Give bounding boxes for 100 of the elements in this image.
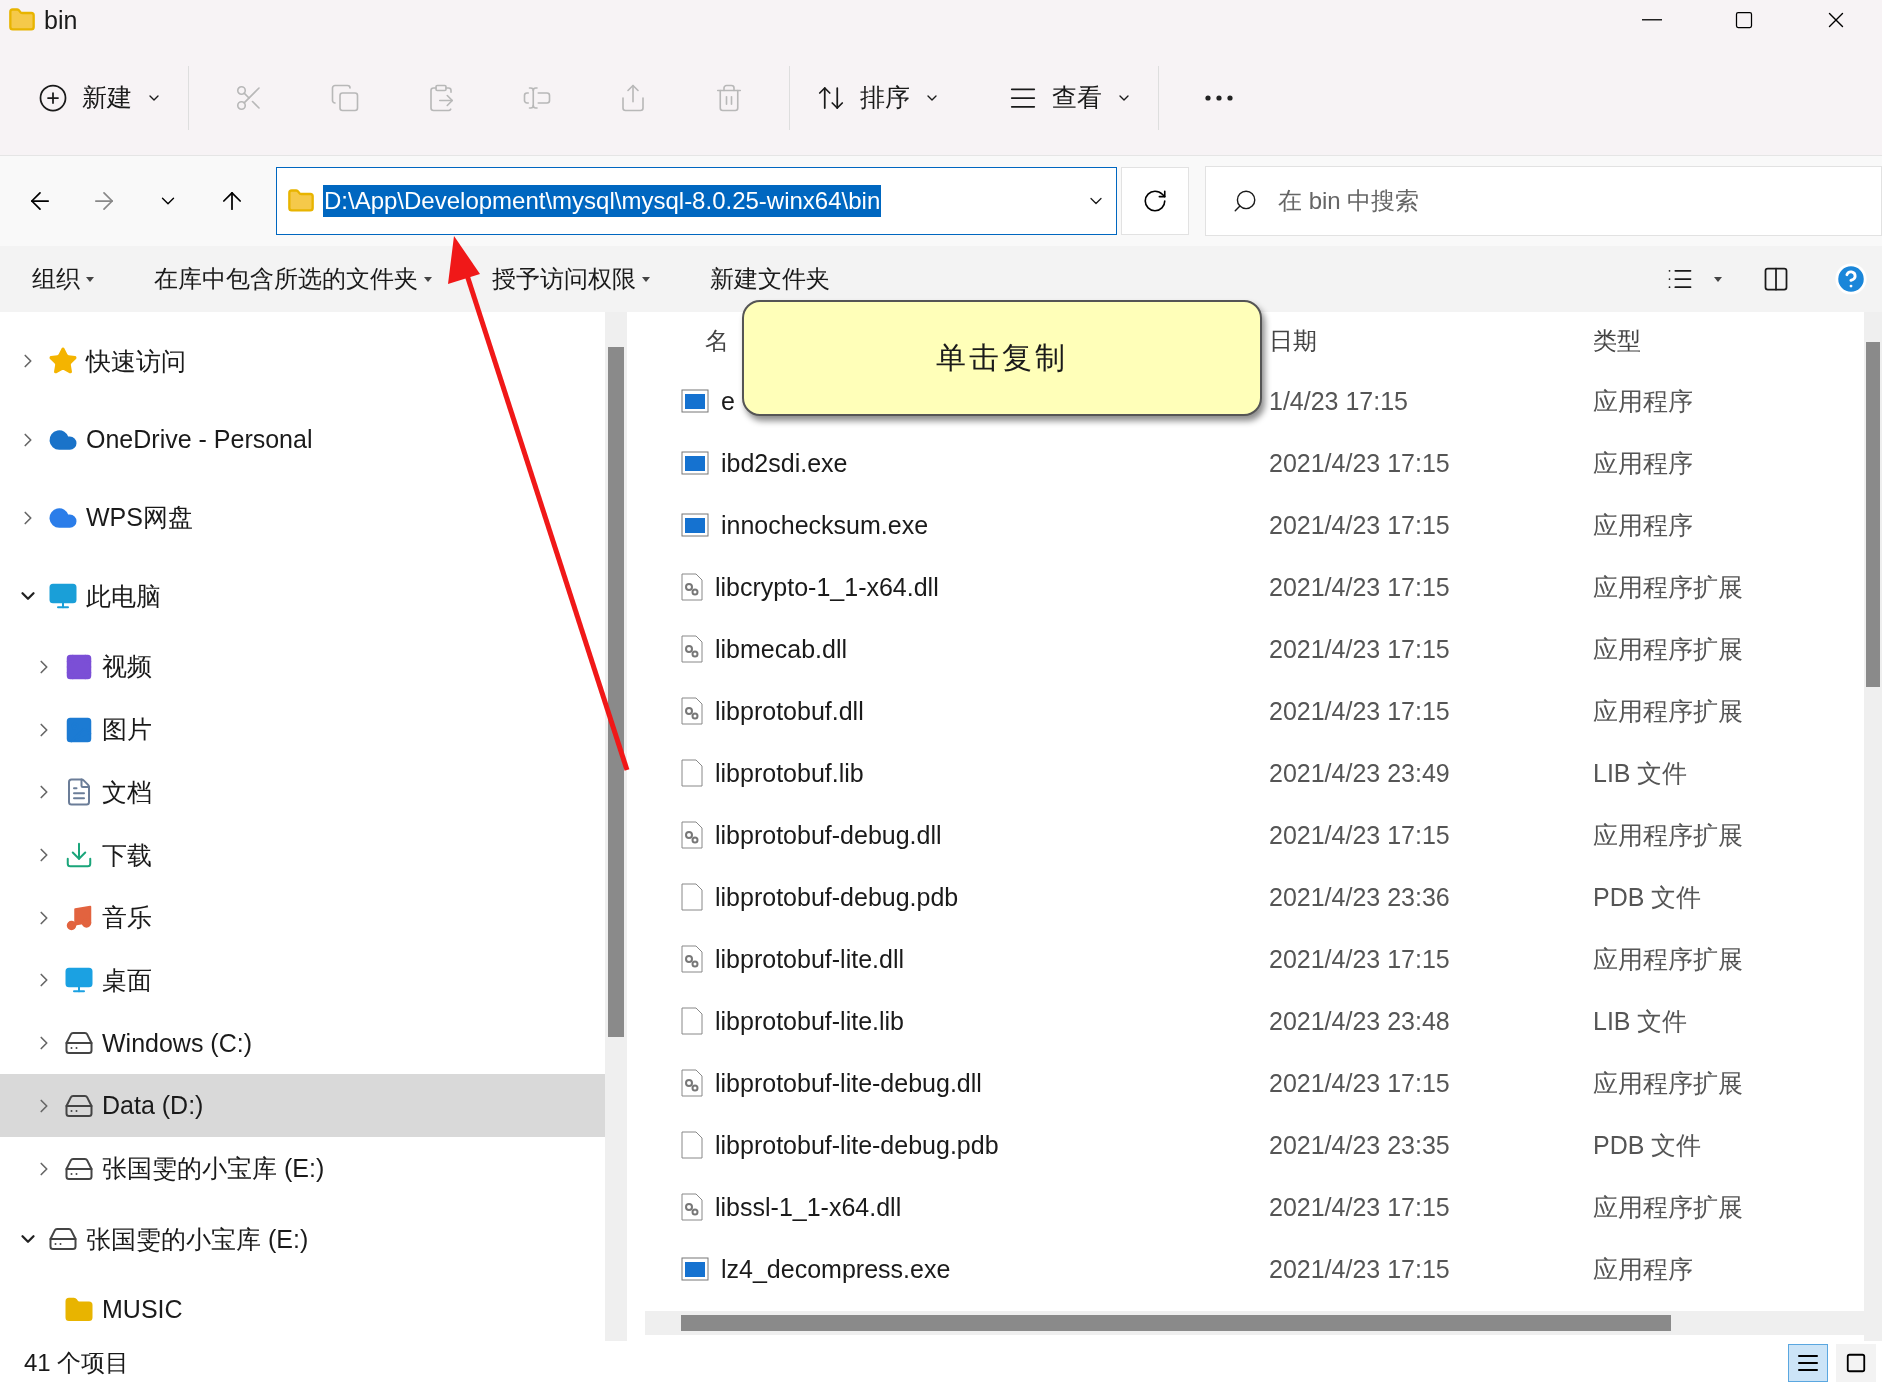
tree-item[interactable]: 下载	[0, 823, 605, 887]
column-header[interactable]: 名	[705, 327, 729, 354]
caret-icon	[1714, 276, 1722, 282]
tree-item[interactable]: 文档	[0, 760, 605, 824]
minimize-icon	[1642, 19, 1662, 21]
command-button[interactable]: 组织	[20, 263, 106, 295]
refresh-button[interactable]	[1121, 167, 1189, 235]
type-cell-text: 应用程序扩展	[1593, 1067, 1743, 1099]
tree-item[interactable]: 音乐	[0, 886, 605, 950]
file-name[interactable]: libprotobuf-lite-debug.pdb	[715, 1130, 999, 1160]
tree-item[interactable]: WPS网盘	[0, 478, 605, 558]
file-name[interactable]: lz4_decompress.exe	[721, 1254, 951, 1284]
date-cell-text: 1/4/23 17:15	[1269, 386, 1409, 416]
copy-tooltip: 单击复制	[742, 300, 1262, 416]
maximize-icon	[1734, 10, 1754, 30]
gear-file-icon	[681, 1069, 703, 1097]
scrollbar[interactable]	[645, 1311, 1864, 1335]
gear-file-icon	[681, 697, 703, 725]
tree-label: 文档	[102, 776, 152, 808]
file-name[interactable]: libprotobuf-lite-debug.dll	[715, 1068, 982, 1098]
date-cell-text: 2021/4/23 17:15	[1269, 1068, 1451, 1098]
tree-item[interactable]: MUSIC	[0, 1278, 605, 1341]
type-cell-text: 应用程序	[1593, 447, 1693, 479]
file-name[interactable]: libprotobuf-debug.dll	[715, 820, 942, 850]
file-name[interactable]: innochecksum.exe	[721, 510, 929, 540]
file-name[interactable]: libprotobuf.lib	[715, 758, 864, 788]
tree-label: 音乐	[102, 902, 152, 934]
tree-item[interactable]: 快速访问	[0, 322, 605, 401]
gear-file-icon	[681, 573, 703, 601]
tree-item[interactable]: 张国雯的小宝库 (E:)	[0, 1137, 605, 1200]
tree-label: 桌面	[102, 964, 152, 996]
date-cell-text: 2021/4/23 17:15	[1269, 944, 1451, 974]
search-box[interactable]: 在 bin 中搜索	[1205, 166, 1882, 236]
view-mode-button[interactable]	[1836, 1344, 1876, 1382]
column-header[interactable]: 日期	[1269, 327, 1317, 354]
file-name[interactable]: e	[721, 386, 735, 416]
gear-file-icon	[681, 635, 703, 663]
command-button[interactable]: 在库中包含所选的文件夹	[142, 263, 444, 295]
file-icon	[681, 759, 703, 787]
tree-item[interactable]: Data (D:)	[0, 1074, 605, 1138]
item-count: 41 个项目	[24, 1348, 130, 1378]
view-mode-button[interactable]	[1788, 1344, 1828, 1382]
file-name[interactable]: libprotobuf-debug.pdb	[715, 882, 959, 912]
tree-label: 下载	[102, 839, 152, 871]
scrollbar[interactable]	[605, 312, 627, 1341]
type-cell-text: 应用程序扩展	[1593, 695, 1743, 727]
command-button[interactable]: 授予访问权限	[480, 263, 662, 295]
file-name[interactable]: libprotobuf-lite.lib	[715, 1006, 904, 1036]
type-cell-text: 应用程序扩展	[1593, 1191, 1743, 1223]
help-icon[interactable]	[1834, 262, 1868, 296]
tree-item[interactable]: 图片	[0, 698, 605, 761]
tree-item[interactable]: Windows (C:)	[0, 1011, 605, 1075]
gear-file-icon	[681, 1193, 703, 1221]
folder-icon	[287, 187, 315, 215]
file-name[interactable]: libprotobuf.dll	[715, 696, 864, 726]
tree-label: Windows (C:)	[102, 1028, 252, 1058]
type-cell-text: 应用程序扩展	[1593, 943, 1743, 975]
application-icon	[681, 451, 709, 475]
address-path: D:\App\Development\mysql\mysql-8.0.25-winx64\bin	[323, 185, 882, 217]
more-icon	[1205, 94, 1233, 101]
tree-item[interactable]: OneDrive - Personal	[0, 400, 605, 479]
tree-label: 快速访问	[86, 345, 186, 377]
sort-button[interactable]: 排序	[804, 67, 952, 128]
search-icon	[1232, 188, 1258, 214]
file-name[interactable]: libcrypto-1_1-x64.dll	[715, 572, 939, 602]
type-cell-text: PDB 文件	[1593, 1129, 1702, 1161]
application-icon	[681, 389, 709, 413]
file-name[interactable]: libmecab.dll	[715, 634, 847, 664]
date-cell-text: 2021/4/23 23:36	[1269, 882, 1451, 912]
type-cell-text: 应用程序	[1593, 1253, 1693, 1285]
file-name[interactable]: libssl-1_1-x64.dll	[715, 1192, 902, 1222]
command-button[interactable]: 新建文件夹	[698, 263, 842, 295]
tree-item[interactable]: 桌面	[0, 949, 605, 1012]
date-cell-text: 2021/4/23 17:15	[1269, 510, 1451, 540]
file-name[interactable]: ibd2sdi.exe	[721, 448, 848, 478]
tree-item[interactable]: 视频	[0, 635, 605, 699]
download-icon	[64, 840, 94, 870]
folder-icon	[8, 6, 36, 34]
view-button[interactable]: 查看	[996, 67, 1144, 128]
type-cell-text: LIB 文件	[1593, 1005, 1688, 1037]
copy-icon	[330, 82, 360, 113]
window-title: bin	[44, 5, 78, 35]
tree-label: OneDrive - Personal	[86, 425, 313, 455]
type-cell-text: 应用程序	[1593, 385, 1693, 417]
address-field[interactable]: D:\App\Development\mysql\mysql-8.0.25-winx64\bin	[276, 167, 1117, 235]
tree-item[interactable]: 此电脑	[0, 557, 605, 636]
preview-pane-icon[interactable]	[1762, 265, 1790, 293]
new-button[interactable]: 新建	[26, 67, 174, 128]
date-cell-text: 2021/4/23 23:49	[1269, 758, 1451, 788]
delete-icon	[714, 82, 744, 113]
tree-label: 视频	[102, 651, 152, 683]
tree-label: Data (D:)	[102, 1091, 204, 1121]
search-field[interactable]: 在 bin 中搜索	[1278, 171, 1881, 231]
type-cell-text: 应用程序	[1593, 509, 1693, 541]
scrollbar[interactable]	[1864, 312, 1882, 1341]
file-name[interactable]: libprotobuf-lite.dll	[715, 944, 904, 974]
file-icon	[681, 883, 703, 911]
tree-item[interactable]: 张国雯的小宝库 (E:)	[0, 1199, 605, 1279]
plus-icon	[38, 82, 68, 113]
column-header[interactable]: 类型	[1593, 327, 1641, 354]
